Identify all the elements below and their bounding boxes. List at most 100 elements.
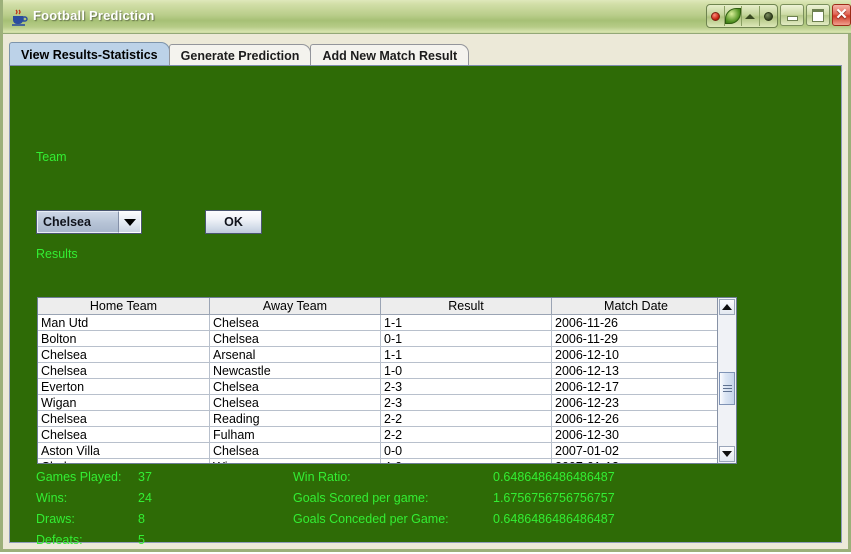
column-header-away-team[interactable]: Away Team [209,298,381,315]
results-grid: Home Team Away Team Result Match Date Ma… [38,298,717,463]
cell-home-team: Man Utd [38,314,210,331]
results-table-viewport: Home Team Away Team Result Match Date Ma… [38,298,717,463]
leaf-logo-icon[interactable] [724,6,743,26]
statistic-value: 24 [138,491,152,505]
statistic-row: Defeats: 5 [36,533,152,554]
status-dot-icon[interactable] [760,6,777,26]
cell-away-team: Chelsea [209,314,381,331]
results-table[interactable]: Home Team Away Team Result Match Date Ma… [37,297,737,464]
client-area: View Results-Statistics Generate Predict… [3,35,848,549]
table-header-row: Home Team Away Team Result Match Date [38,298,717,315]
ok-button[interactable]: OK [205,210,262,234]
triangle-up-icon [722,304,732,310]
titlebar-extra-controls[interactable] [706,4,778,28]
team-select-value: Chelsea [37,211,118,233]
statistic-value: 5 [138,533,145,547]
cell-home-team: Wigan [38,394,210,411]
cell-home-team: Chelsea [38,346,210,363]
title-bar: Football Prediction ✕ [3,0,851,34]
statistics-left-column: Games Played: 37 Wins: 24 Draws: 8 Defeats: 5 [36,470,152,554]
statistic-label: Games Played: [36,470,122,484]
cell-result: 2-2 [380,426,552,443]
table-row[interactable]: Chelsea Newcastle 1-0 2006-12-13 [38,362,717,379]
table-vertical-scrollbar[interactable] [717,298,736,463]
scrollbar-thumb[interactable] [719,372,735,405]
cell-away-team: Newcastle [209,362,381,379]
window-title: Football Prediction [33,8,155,23]
triangle-down-icon [722,451,732,457]
statistic-value: 8 [138,512,145,526]
collapse-arrow-icon[interactable] [742,6,760,26]
tab-label: Add New Match Result [322,48,458,63]
application-window: Football Prediction ✕ View Results-Stati… [0,0,851,552]
statistic-row: Goals Conceded per Game: 0.64864864864864… [293,512,615,533]
statistic-row: Goals Scored per game: 1.6756756756756757 [293,491,615,512]
cell-match-date: 2006-12-17 [551,378,717,395]
table-row[interactable]: Bolton Chelsea 0-1 2006-11-29 [38,330,717,347]
table-row[interactable]: Chelsea Reading 2-2 2006-12-26 [38,410,717,427]
close-button[interactable]: ✕ [832,4,851,26]
table-row[interactable]: Chelsea Arsenal 1-1 2006-12-10 [38,346,717,363]
cell-match-date: 2006-12-10 [551,346,717,363]
cell-result: 0-1 [380,330,552,347]
tab-generate-prediction[interactable]: Generate Prediction [168,44,312,66]
cell-result: 2-3 [380,394,552,411]
cell-result: 1-1 [380,346,552,363]
statistics-right-column: Win Ratio: 0.6486486486486487 Goals Scored… [293,470,615,533]
table-row[interactable]: Man Utd Chelsea 1-1 2006-11-26 [38,314,717,331]
cell-home-team: Chelsea [38,426,210,443]
chevron-down-icon[interactable] [118,211,141,233]
team-label: Team [36,150,67,164]
cell-result: 2-3 [380,378,552,395]
cell-away-team: Fulham [209,426,381,443]
ok-button-label: OK [224,215,243,229]
table-row[interactable]: ChelseaWigan4-02007-01-13 [38,458,717,463]
statistic-row: Games Played: 37 [36,470,152,491]
statistic-value: 1.6756756756756757 [493,491,615,505]
close-icon: ✕ [835,6,848,23]
table-row[interactable]: Everton Chelsea 2-3 2006-12-17 [38,378,717,395]
cell-home-team: Chelsea [38,362,210,379]
cell-result: 4-0 [380,458,552,463]
minimize-button[interactable] [780,4,804,26]
scroll-down-button[interactable] [719,446,735,462]
cell-match-date: 2006-12-23 [551,394,717,411]
cell-away-team: Wigan [209,458,381,463]
statistic-value: 0.6486486486486487 [493,512,615,526]
table-row[interactable]: Aston Villa Chelsea 0-0 2007-01-02 [38,442,717,459]
statistic-row: Draws: 8 [36,512,152,533]
team-select[interactable]: Chelsea [36,210,142,234]
cell-away-team: Chelsea [209,442,381,459]
tab-view-results-statistics[interactable]: View Results-Statistics [9,42,170,66]
statistic-label: Defeats: [36,533,83,547]
record-indicator-icon[interactable] [707,6,725,26]
cell-away-team: Arsenal [209,346,381,363]
statistic-value: 37 [138,470,152,484]
cell-result: 0-0 [380,442,552,459]
cell-away-team: Reading [209,410,381,427]
statistic-label: Goals Conceded per Game: [293,512,449,526]
maximize-button[interactable] [806,4,830,26]
cell-match-date: 2006-12-26 [551,410,717,427]
cell-home-team: Bolton [38,330,210,347]
table-row[interactable]: Chelsea Fulham 2-2 2006-12-30 [38,426,717,443]
scroll-up-button[interactable] [719,299,735,315]
cell-match-date: 2006-12-30 [551,426,717,443]
cell-result: 2-2 [380,410,552,427]
maximize-icon [812,8,824,22]
column-header-home-team[interactable]: Home Team [38,298,210,315]
cell-away-team: Chelsea [209,394,381,411]
cell-home-team: Chelsea [38,410,210,427]
results-label: Results [36,247,78,261]
tab-label: View Results-Statistics [21,47,158,62]
cell-match-date: 2006-12-13 [551,362,717,379]
table-row[interactable]: Wigan Chelsea 2-3 2006-12-23 [38,394,717,411]
tab-add-new-match-result[interactable]: Add New Match Result [310,44,470,66]
statistic-label: Win Ratio: [293,470,351,484]
cell-away-team: Chelsea [209,378,381,395]
column-header-match-date[interactable]: Match Date [551,298,717,315]
cell-match-date: 2006-11-29 [551,330,717,347]
column-header-result[interactable]: Result [380,298,552,315]
statistic-row: Wins: 24 [36,491,152,512]
grip-icon [722,385,732,392]
